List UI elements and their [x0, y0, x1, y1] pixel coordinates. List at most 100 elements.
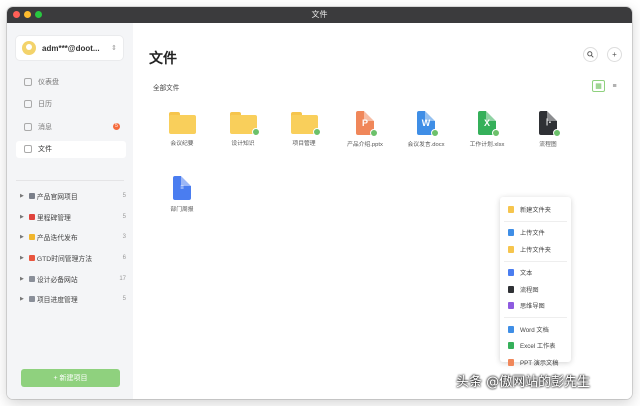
- sidebar-divider: [16, 180, 124, 181]
- expand-arrow-icon[interactable]: ▶: [20, 193, 24, 199]
- shared-icon: [492, 129, 500, 137]
- project-icon: [28, 275, 35, 282]
- project-icon: [28, 193, 35, 200]
- menu-divider: [504, 317, 567, 318]
- grid-icon: ▦: [595, 83, 602, 90]
- new-project-button[interactable]: + 新建项目: [21, 369, 120, 387]
- menu-item[interactable]: 文本: [500, 265, 571, 282]
- file-item[interactable]: W 会议发言.docx: [397, 108, 455, 148]
- menu-item-label: 上传文件: [520, 230, 545, 238]
- shared-icon: [431, 129, 439, 137]
- file-item[interactable]: 设计知识: [214, 108, 272, 147]
- menu-item[interactable]: 新建文件夹: [500, 201, 571, 218]
- page-title: 文件: [149, 50, 177, 66]
- project-icon: [28, 234, 35, 241]
- expand-arrow-icon[interactable]: ▶: [20, 234, 24, 240]
- sidebar-item-1[interactable]: 日历: [16, 96, 126, 113]
- file-name: 会议纪要: [170, 141, 194, 147]
- file-type-icon: [508, 302, 514, 310]
- menu-item-label: 思维导图: [520, 303, 545, 311]
- file-name: 部门周报: [170, 207, 194, 213]
- breadcrumb: 全部文件: [153, 85, 180, 92]
- project-icon: [28, 213, 35, 220]
- watermark: 头条 @傲网站的彭先生: [456, 375, 591, 390]
- shared-icon: [312, 128, 321, 136]
- excel-icon: X: [478, 111, 500, 137]
- file-item[interactable]: ┃▪ 流程图: [519, 108, 577, 148]
- add-button[interactable]: +: [607, 47, 622, 62]
- project-item[interactable]: ▶ 项目进度管理 5: [16, 289, 126, 310]
- file-type-icon: [508, 358, 514, 366]
- folder-icon: [229, 112, 260, 136]
- file-item[interactable]: P 产品介绍.pptx: [336, 108, 394, 148]
- text-doc-icon: ≡: [173, 176, 191, 200]
- search-icon: [587, 51, 594, 58]
- grid-view-button[interactable]: ▦: [592, 80, 605, 92]
- project-item[interactable]: ▶ 产品官网项目 5: [16, 186, 126, 207]
- shared-icon: [251, 128, 260, 136]
- project-icon: [28, 296, 35, 303]
- file-item[interactable]: 项目管理: [275, 108, 333, 147]
- dashboard-icon: [24, 77, 32, 86]
- menu-item-label: 新建文件夹: [520, 206, 551, 214]
- project-label: GTD时间管理方法: [36, 256, 92, 264]
- menu-item-label: Word 文档: [520, 326, 549, 334]
- file-item[interactable]: 会议纪要: [153, 108, 211, 147]
- project-label: 里程碑管理: [36, 214, 71, 222]
- word-icon: W: [417, 111, 439, 137]
- expand-arrow-icon[interactable]: ▶: [20, 255, 24, 261]
- menu-item[interactable]: PPT 演示文稿: [500, 354, 571, 371]
- project-label: 产品官网项目: [36, 194, 78, 202]
- menu-item[interactable]: Word 文档: [500, 321, 571, 338]
- project-item[interactable]: ▶ 设计必备网站 17: [16, 268, 126, 289]
- message-icon: [24, 122, 32, 131]
- create-menu: 新建文件夹上传文件上传文件夹文本流程图思维导图 Word 文档 Excel 工作表 P…: [500, 197, 571, 367]
- menu-item[interactable]: 思维导图: [500, 298, 571, 315]
- menu-item-label: 流程图: [520, 286, 539, 294]
- project-count: 3: [122, 234, 126, 241]
- project-label: 项目进度管理: [36, 297, 78, 305]
- file-item[interactable]: X 工作计划.xlsx: [458, 108, 516, 148]
- flowchart-icon: ┃▪: [539, 111, 561, 137]
- plus-icon: +: [612, 50, 617, 59]
- sidebar-item-3[interactable]: 文件: [16, 140, 126, 158]
- project-count: 17: [119, 275, 126, 282]
- unread-badge: 5: [113, 123, 120, 130]
- account-name: adm***@doot...: [42, 43, 100, 53]
- file-name: 流程图: [539, 142, 557, 148]
- folder-icon: [168, 112, 196, 134]
- file-type-icon: [508, 245, 514, 253]
- avatar: [22, 41, 36, 55]
- ppt-icon: P: [356, 111, 378, 137]
- sidebar-item-0[interactable]: 仪表盘: [16, 73, 126, 90]
- menu-divider: [504, 260, 567, 262]
- project-label: 设计必备网站: [36, 276, 78, 284]
- expand-arrow-icon[interactable]: ▶: [20, 276, 24, 282]
- main-panel: 文件 + 全部文件 ▦ ≡ 会议纪要 设计知识 项目管理 P 产品介绍.pptx W 会议发…: [133, 23, 632, 399]
- sidebar-item-label: 消息: [38, 123, 52, 131]
- file-type-icon: [508, 229, 514, 237]
- search-button[interactable]: [583, 47, 598, 62]
- window-title: 文件: [311, 10, 328, 19]
- file-icon: [24, 145, 32, 153]
- list-view-button[interactable]: ≡: [608, 80, 621, 92]
- account-switcher[interactable]: adm***@doot... ⇕: [16, 36, 123, 60]
- menu-item-label: PPT 演示文稿: [520, 359, 559, 367]
- sidebar-item-2[interactable]: 消息 5: [16, 118, 126, 135]
- project-item[interactable]: ▶ GTD时间管理方法 6: [16, 248, 126, 269]
- project-count: 5: [122, 213, 126, 220]
- sidebar-item-label: 日历: [38, 101, 52, 108]
- project-item[interactable]: ▶ 产品迭代发布 3: [16, 227, 126, 248]
- shared-icon: [553, 129, 561, 137]
- menu-item[interactable]: 上传文件: [500, 225, 571, 242]
- expand-arrow-icon[interactable]: ▶: [20, 296, 24, 302]
- file-item[interactable]: ≡ 部门周报: [153, 173, 211, 213]
- menu-item[interactable]: 流程图: [500, 281, 571, 298]
- project-list: ▶ 产品官网项目 5 ▶ 里程碑管理 5 ▶ 产品迭代发布 3 ▶ GTD时间管理方法 6 ▶ 设计必备网…: [16, 186, 126, 310]
- project-item[interactable]: ▶ 里程碑管理 5: [16, 207, 126, 228]
- menu-item[interactable]: 上传文件夹: [500, 241, 571, 258]
- expand-arrow-icon[interactable]: ▶: [20, 214, 24, 220]
- sidebar-nav: 仪表盘日历消息 5 文件: [16, 73, 126, 163]
- menu-item[interactable]: Excel 工作表: [500, 338, 571, 355]
- file-name: 会议发言.docx: [407, 142, 445, 148]
